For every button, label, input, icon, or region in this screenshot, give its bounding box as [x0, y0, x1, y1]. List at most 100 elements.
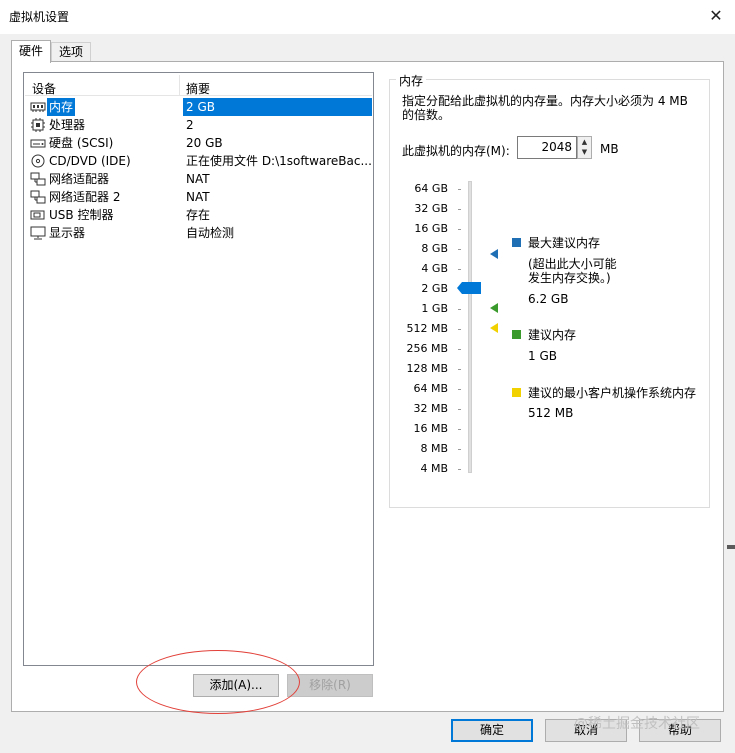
watermark: @稀土掘金技术社区 — [574, 716, 700, 732]
scale-label: 32 GB — [414, 202, 448, 215]
max-recommended-marker — [490, 249, 498, 259]
device-list-header: 设备 摘要 — [25, 74, 372, 96]
legend-recommended-swatch — [512, 330, 521, 339]
spin-up-icon[interactable]: ▲ — [578, 137, 591, 147]
device-row-memory[interactable]: 内存 2 GB — [25, 98, 372, 116]
scale-tick — [458, 249, 461, 250]
device-row-usb-controller[interactable]: USB 控制器 存在 — [25, 206, 372, 224]
memory-group-title: 内存 — [396, 72, 427, 89]
device-summary: 2 — [186, 118, 194, 132]
scale-label: 16 GB — [414, 222, 448, 235]
device-row-hard-disk[interactable]: 硬盘 (SCSI) 20 GB — [25, 134, 372, 152]
tab-options[interactable]: 选项 — [51, 42, 91, 62]
memory-slider-track[interactable] — [468, 181, 472, 473]
memory-spinner[interactable]: ▲ ▼ — [577, 136, 592, 159]
legend-recommended-title: 建议内存 — [528, 328, 577, 342]
usb-icon — [30, 210, 45, 220]
device-summary: 2 GB — [183, 98, 372, 116]
scale-tick — [458, 449, 461, 450]
device-summary: 正在使用文件 D:\1softwareBac... — [186, 154, 372, 168]
scale-tick — [458, 329, 461, 330]
scale-tick — [458, 189, 461, 190]
legend-max-value: 6.2 GB — [528, 292, 569, 306]
recommended-marker — [490, 303, 498, 313]
scale-label: 4 GB — [421, 262, 448, 275]
scale-label: 32 MB — [413, 402, 448, 415]
device-name: 显示器 — [49, 226, 86, 240]
scale-tick — [458, 389, 461, 390]
device-row-network-adapter[interactable]: 网络适配器 NAT — [25, 170, 372, 188]
legend-min-guest-title: 建议的最小客户机操作系统内存 — [528, 386, 697, 400]
scale-label: 64 GB — [414, 182, 448, 195]
device-name: USB 控制器 — [49, 208, 114, 222]
memory-description: 指定分配给此虚拟机的内存量。内存大小必须为 4 MB 的倍数。 — [402, 94, 688, 122]
remove-button[interactable]: 移除(R) — [287, 674, 373, 697]
device-name: 处理器 — [49, 118, 86, 132]
scale-tick — [458, 209, 461, 210]
column-header-summary[interactable]: 摘要 — [186, 80, 210, 97]
device-name: 内存 — [47, 98, 76, 116]
device-row-cd-dvd[interactable]: CD/DVD (IDE) 正在使用文件 D:\1softwareBac... — [25, 152, 372, 170]
scale-label: 256 MB — [406, 342, 448, 355]
legend-max-note: (超出此大小可能 — [528, 257, 617, 271]
legend-max-title: 最大建议内存 — [528, 236, 601, 250]
min-guest-marker — [490, 323, 498, 333]
memory-unit: MB — [600, 142, 619, 156]
memory-slider-thumb[interactable] — [457, 282, 481, 294]
scale-tick — [458, 309, 461, 310]
device-summary: NAT — [186, 172, 210, 186]
scale-label: 8 GB — [421, 242, 448, 255]
scale-label: 512 MB — [406, 322, 448, 335]
scale-label: 2 GB — [421, 282, 448, 295]
network-adapter-icon — [30, 172, 46, 186]
cd-dvd-icon — [31, 154, 45, 168]
legend-max-note: 发生内存交换。) — [528, 271, 611, 285]
window-title: 虚拟机设置 — [9, 10, 70, 24]
title-bar — [0, 0, 735, 34]
scale-label: 64 MB — [413, 382, 448, 395]
tab-hardware[interactable]: 硬件 — [11, 40, 51, 63]
device-row-display[interactable]: 显示器 自动检测 — [25, 224, 372, 242]
scale-label: 16 MB — [413, 422, 448, 435]
legend-min-guest-swatch — [512, 388, 521, 397]
device-row-network-adapter-2[interactable]: 网络适配器 2 NAT — [25, 188, 372, 206]
device-name: 硬盘 (SCSI) — [49, 136, 114, 150]
memory-icon — [30, 102, 46, 112]
scale-label: 4 MB — [420, 462, 448, 475]
legend-max-swatch — [512, 238, 521, 247]
device-name: CD/DVD (IDE) — [49, 154, 131, 168]
legend-min-guest-value: 512 MB — [528, 406, 574, 420]
close-icon[interactable]: ✕ — [706, 6, 726, 26]
memory-field-label: 此虚拟机的内存(M): — [402, 144, 510, 158]
device-summary: 存在 — [186, 208, 211, 222]
scale-tick — [458, 269, 461, 270]
scale-tick — [458, 229, 461, 230]
device-summary: 自动检测 — [186, 226, 235, 240]
network-adapter-icon — [30, 190, 46, 204]
memory-input[interactable]: 2048 — [517, 136, 577, 159]
scale-label: 128 MB — [406, 362, 448, 375]
spin-down-icon[interactable]: ▼ — [578, 147, 591, 157]
device-name: 网络适配器 2 — [49, 190, 121, 204]
edge-artifact — [727, 545, 735, 549]
column-divider[interactable] — [179, 75, 180, 95]
ok-button[interactable]: 确定 — [451, 719, 533, 742]
scale-tick — [458, 369, 461, 370]
device-summary: NAT — [186, 190, 210, 204]
scale-tick — [458, 469, 461, 470]
annotation-circle — [136, 650, 300, 714]
processor-icon — [31, 118, 45, 132]
device-row-processor[interactable]: 处理器 2 — [25, 116, 372, 134]
scale-tick — [458, 409, 461, 410]
scale-label: 8 MB — [420, 442, 448, 455]
scale-tick — [458, 349, 461, 350]
hard-disk-icon — [30, 139, 46, 148]
legend-recommended-value: 1 GB — [528, 349, 557, 363]
column-header-device[interactable]: 设备 — [32, 80, 56, 97]
device-list[interactable]: 设备 摘要 内存 2 GB 处理器 2 硬盘 (SCSI) 20 GB CD/D… — [23, 72, 374, 666]
display-icon — [30, 226, 46, 240]
scale-label: 1 GB — [421, 302, 448, 315]
device-name: 网络适配器 — [49, 172, 110, 186]
scale-tick — [458, 429, 461, 430]
device-summary: 20 GB — [186, 136, 223, 150]
